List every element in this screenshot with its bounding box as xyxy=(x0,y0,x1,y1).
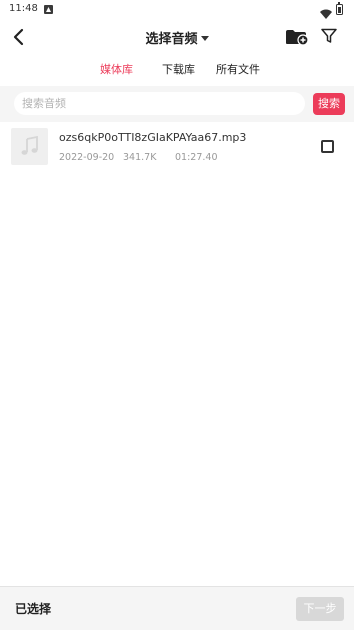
file-duration: 01:27.40 xyxy=(175,152,218,163)
source-tabs: 媒体库 下载库 所有文件 xyxy=(0,58,354,80)
audio-thumbnail xyxy=(11,128,48,165)
tab-download-library[interactable]: 下载库 xyxy=(162,61,195,77)
notification-icon xyxy=(44,5,53,14)
battery-icon xyxy=(336,2,343,15)
next-button[interactable]: 下一步 xyxy=(296,597,344,621)
status-bar: 11:48 xyxy=(0,0,354,20)
folder-add-icon xyxy=(286,30,309,46)
caret-down-icon xyxy=(200,36,209,41)
add-folder-button[interactable] xyxy=(285,28,309,46)
select-checkbox[interactable] xyxy=(321,140,334,153)
search-button[interactable]: 搜索 xyxy=(313,93,345,115)
file-date: 2022-09-20 xyxy=(59,152,115,163)
status-time: 11:48 xyxy=(9,3,38,14)
bottom-bar: 已选择 下一步 xyxy=(0,586,354,630)
audio-file-list: ozs6qkP0oTTI8zGIaKPAYaa67.mp3 2022-09-20… xyxy=(0,122,354,172)
audio-picker-screen: 11:48 选择音频 媒体库 下载库 所有文件 搜索音频 搜索 ozs6qkP0… xyxy=(0,0,354,630)
file-size: 341.7K xyxy=(123,152,157,163)
search-bar: 搜索 xyxy=(0,86,354,122)
search-input[interactable] xyxy=(14,92,305,115)
tab-media-library[interactable]: 媒体库 xyxy=(100,61,133,77)
selected-label: 已选择 xyxy=(15,602,52,616)
tab-all-files[interactable]: 所有文件 xyxy=(216,61,260,77)
music-note-icon xyxy=(21,136,38,155)
filter-icon xyxy=(321,28,337,43)
list-item[interactable]: ozs6qkP0oTTI8zGIaKPAYaa67.mp3 2022-09-20… xyxy=(0,122,354,172)
header: 选择音频 xyxy=(0,20,354,54)
page-title: 选择音频 xyxy=(145,32,198,47)
file-name: ozs6qkP0oTTI8zGIaKPAYaa67.mp3 xyxy=(59,131,247,144)
filter-button[interactable] xyxy=(320,27,338,45)
